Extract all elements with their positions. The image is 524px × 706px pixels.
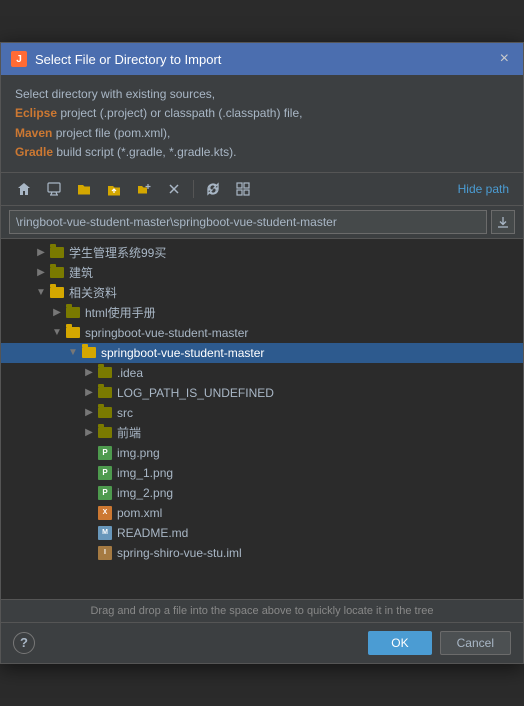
file-tree: ▶ 学生管理系统99买 ▶ 建筑 ▼ 相关资料 ▶ html使用手	[1, 239, 523, 599]
tree-item-label: springboot-vue-student-master	[101, 346, 264, 360]
tree-expand-arrow[interactable]: ▼	[65, 347, 81, 358]
tree-item-label: .idea	[117, 366, 143, 380]
help-button[interactable]: ?	[13, 632, 35, 654]
folder-button[interactable]	[71, 178, 97, 200]
tree-expand-arrow[interactable]: ▶	[81, 407, 97, 418]
close-button[interactable]: ×	[496, 49, 513, 69]
button-bar: ? OK Cancel	[1, 623, 523, 663]
tree-expand-arrow[interactable]: ▶	[49, 307, 65, 318]
tree-item[interactable]: X pom.xml	[1, 503, 523, 523]
tree-item[interactable]: P img_2.png	[1, 483, 523, 503]
tree-item-label: html使用手册	[85, 304, 156, 321]
tree-item[interactable]: ▼ springboot-vue-student-master	[1, 323, 523, 343]
tree-item[interactable]: ▶ .idea	[1, 363, 523, 383]
toolbar-separator	[193, 180, 194, 198]
desc-line2: project (.project) or classpath (.classp…	[57, 106, 302, 120]
folder-up-button[interactable]	[101, 178, 127, 200]
desktop-button[interactable]	[41, 178, 67, 200]
folder-icon	[97, 385, 113, 401]
tree-item[interactable]: ▼ 相关资料	[1, 283, 523, 303]
tree-expand-arrow[interactable]: ▼	[33, 287, 49, 298]
path-download-button[interactable]	[491, 210, 515, 234]
md-file-icon: M	[97, 525, 113, 541]
folder-icon	[65, 325, 81, 341]
desc-maven-label: Maven	[15, 126, 52, 140]
tree-item-label: 前端	[117, 424, 141, 441]
app-icon: J	[11, 51, 27, 67]
folder-icon	[49, 265, 65, 281]
iml-file-icon: I	[97, 545, 113, 561]
toolbar: Hide path	[1, 173, 523, 206]
tree-item-label: img_2.png	[117, 486, 173, 500]
tree-item-label: pom.xml	[117, 506, 162, 520]
main-dialog: J Select File or Directory to Import × S…	[0, 42, 524, 664]
tree-item-label: img.png	[117, 446, 160, 460]
desc-eclipse-label: Eclipse	[15, 106, 57, 120]
path-input[interactable]	[9, 210, 487, 234]
folder-icon	[65, 305, 81, 321]
desc-line4: build script (*.gradle, *.gradle.kts).	[53, 145, 236, 159]
tree-item[interactable]: M README.md	[1, 523, 523, 543]
tree-item-label: springboot-vue-student-master	[85, 326, 248, 340]
tree-item[interactable]: ▶ 学生管理系统99买	[1, 243, 523, 263]
tree-expand-arrow[interactable]: ▶	[33, 267, 49, 278]
tree-expand-arrow[interactable]: ▼	[49, 327, 65, 338]
folder-icon	[97, 425, 113, 441]
desc-line1: Select directory with existing sources,	[15, 87, 215, 101]
ok-button[interactable]: OK	[368, 631, 431, 655]
hide-path-button[interactable]: Hide path	[454, 180, 513, 198]
tree-item[interactable]: ▶ LOG_PATH_IS_UNDEFINED	[1, 383, 523, 403]
cancel-button[interactable]: Cancel	[440, 631, 511, 655]
tree-expand-arrow[interactable]: ▶	[33, 247, 49, 258]
dialog-title: Select File or Directory to Import	[35, 52, 221, 67]
tree-expand-arrow[interactable]: ▶	[81, 387, 97, 398]
home-button[interactable]	[11, 178, 37, 200]
folder-new-button[interactable]	[131, 178, 157, 200]
tree-item-label: LOG_PATH_IS_UNDEFINED	[117, 386, 274, 400]
folder-icon	[81, 345, 97, 361]
folder-icon	[97, 405, 113, 421]
png-file-icon: P	[97, 485, 113, 501]
refresh-button[interactable]	[200, 178, 226, 200]
tree-item-label: spring-shiro-vue-stu.iml	[117, 546, 242, 560]
status-bar: Drag and drop a file into the space abov…	[1, 599, 523, 623]
tree-item[interactable]: ▶ 建筑	[1, 263, 523, 283]
folder-icon	[49, 245, 65, 261]
tree-item-selected[interactable]: ▼ springboot-vue-student-master	[1, 343, 523, 363]
tree-item[interactable]: I spring-shiro-vue-stu.iml	[1, 543, 523, 563]
tree-item-label: 相关资料	[69, 284, 117, 301]
folder-icon	[97, 365, 113, 381]
tree-item-label: README.md	[117, 526, 188, 540]
tree-item[interactable]: P img_1.png	[1, 463, 523, 483]
tree-item-label: img_1.png	[117, 466, 173, 480]
folder-icon	[49, 285, 65, 301]
tree-item[interactable]: ▶ src	[1, 403, 523, 423]
tree-item-label: 学生管理系统99买	[69, 244, 166, 261]
tree-item-label: src	[117, 406, 133, 420]
tree-item[interactable]: P img.png	[1, 443, 523, 463]
png-file-icon: P	[97, 445, 113, 461]
path-bar	[1, 206, 523, 239]
delete-button[interactable]	[161, 178, 187, 200]
xml-file-icon: X	[97, 505, 113, 521]
png-file-icon: P	[97, 465, 113, 481]
tree-item-label: 建筑	[69, 264, 93, 281]
tree-item[interactable]: ▶ 前端	[1, 423, 523, 443]
action-buttons: OK Cancel	[368, 631, 511, 655]
desc-gradle-label: Gradle	[15, 145, 53, 159]
title-bar: J Select File or Directory to Import ×	[1, 43, 523, 75]
tree-expand-arrow[interactable]: ▶	[81, 367, 97, 378]
description-area: Select directory with existing sources, …	[1, 75, 523, 173]
view-button[interactable]	[230, 178, 256, 200]
title-bar-left: J Select File or Directory to Import	[11, 51, 221, 67]
status-text: Drag and drop a file into the space abov…	[90, 605, 433, 617]
tree-item[interactable]: ▶ html使用手册	[1, 303, 523, 323]
desc-line3: project file (pom.xml),	[52, 126, 170, 140]
tree-expand-arrow[interactable]: ▶	[81, 427, 97, 438]
